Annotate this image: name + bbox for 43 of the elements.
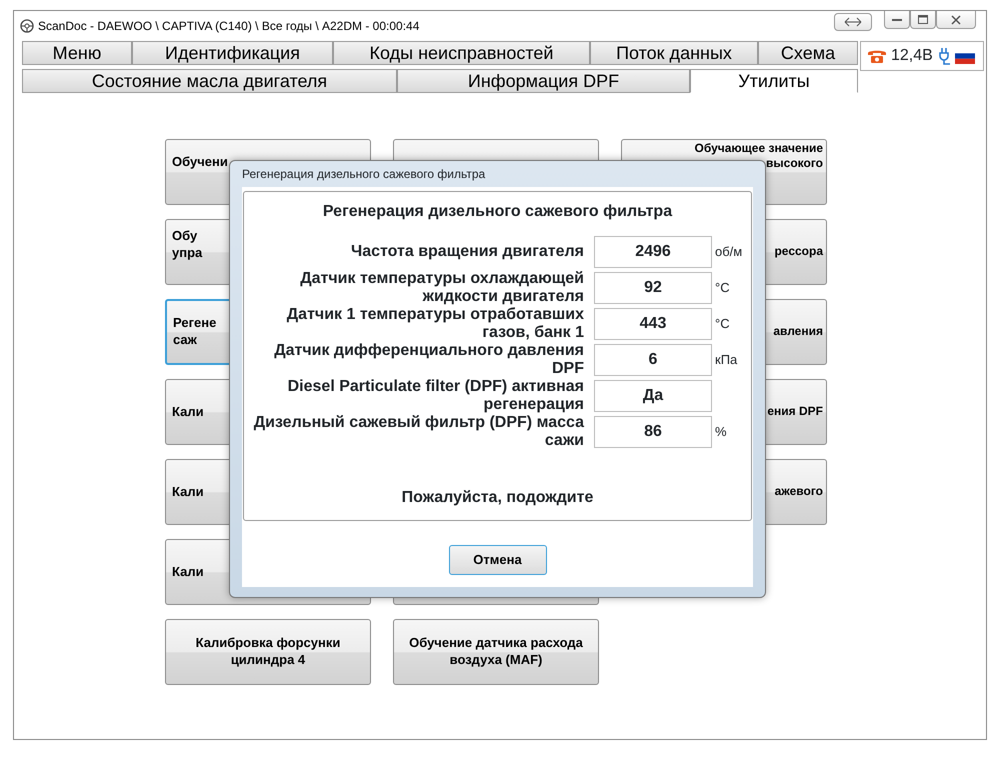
- parameter-label: Датчик температуры охлаждающей жидкости двигателя: [299, 270, 584, 306]
- minimize-icon: [892, 18, 902, 22]
- value-field: 92: [594, 272, 712, 304]
- window-title: ScanDoc - DAEWOO \ CAPTIVA (C140) \ Все годы \ A22DM - 00:00:44: [38, 18, 420, 35]
- tab[interactable]: Утилиты: [690, 69, 858, 93]
- tab[interactable]: Состояние масла двигателя: [22, 69, 397, 93]
- parameter-label: Датчик дифференциального давления DPF: [273, 342, 584, 378]
- plug-icon: [936, 47, 951, 65]
- value-field: 6: [594, 344, 712, 376]
- tab[interactable]: Меню: [22, 41, 132, 65]
- utility-button[interactable]: Обучение датчика расхода воздуха (MAF): [393, 619, 599, 685]
- parameter-label: Дизельный сажевый фильтр (DPF) масса сажи: [252, 414, 584, 450]
- voltage-reading: 12,4В: [891, 46, 933, 66]
- value-field: 443: [594, 308, 712, 340]
- value-field: 86: [594, 416, 712, 448]
- unit-label: °C: [715, 279, 730, 298]
- double-arrow-icon: [844, 17, 862, 27]
- unit-label: °C: [715, 315, 730, 334]
- minimize-button[interactable]: [884, 11, 910, 29]
- tab[interactable]: Идентификация: [132, 41, 333, 65]
- close-icon: [951, 14, 961, 24]
- tab[interactable]: Схема: [758, 41, 858, 65]
- tab[interactable]: Коды неисправностей: [333, 41, 590, 65]
- value-field: 2496: [594, 236, 712, 268]
- tab[interactable]: Поток данных: [590, 41, 758, 65]
- parameter-label: Diesel Particulate filter (DPF) активная регенерация: [286, 378, 584, 414]
- unit-label: об/м: [715, 243, 742, 262]
- steering-wheel-icon: [20, 19, 34, 33]
- status-message: Пожалуйста, подождите: [400, 488, 594, 508]
- phone-icon: [867, 48, 887, 64]
- maximize-icon: [918, 15, 928, 24]
- value-field: Да: [594, 380, 712, 412]
- parameter-label: Датчик 1 температуры отработавших газов, банк 1: [286, 306, 584, 342]
- maximize-button[interactable]: [910, 11, 936, 29]
- dialog-heading: Регенерация дизельного сажевого фильтра: [322, 202, 674, 222]
- utility-button[interactable]: Калибровка форсунки цилиндра 4: [165, 619, 371, 685]
- close-button[interactable]: [936, 11, 976, 29]
- parameter-label: Частота вращения двигателя: [350, 243, 584, 261]
- unit-label: кПа: [715, 351, 738, 370]
- resize-button[interactable]: [834, 13, 872, 31]
- cancel-button[interactable]: Отмена: [448, 545, 546, 575]
- tab[interactable]: Информация DPF: [397, 69, 690, 93]
- unit-label: %: [715, 423, 727, 442]
